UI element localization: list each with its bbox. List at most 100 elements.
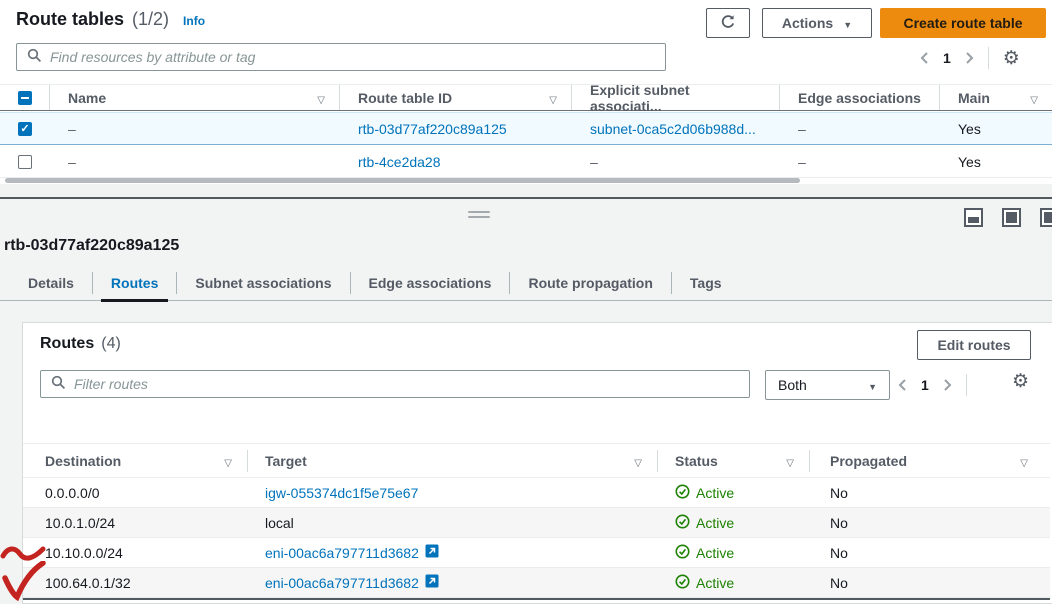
tab-edge-associations[interactable]: Edge associations xyxy=(351,265,510,301)
column-header-target[interactable]: Target xyxy=(248,450,658,472)
status-active-icon xyxy=(675,484,690,502)
sort-icon[interactable] xyxy=(1030,90,1038,106)
tab-tags[interactable]: Tags xyxy=(672,265,740,301)
page-title: Route tables xyxy=(16,9,124,30)
tab-details[interactable]: Details xyxy=(10,265,92,301)
sort-icon[interactable] xyxy=(317,90,325,106)
table-row[interactable]: – rtb-03d77af220c89a125 subnet-0ca5c2d06… xyxy=(0,112,1052,145)
status-active-icon xyxy=(675,514,690,532)
route-row[interactable]: 0.0.0.0/0 igw-055374dc1f5e75e67 Active N… xyxy=(23,478,1050,508)
filter-routes-input[interactable] xyxy=(74,376,739,392)
filter-mode-select[interactable]: Both xyxy=(765,370,890,400)
route-table-id-link[interactable]: rtb-4ce2da28 xyxy=(358,154,441,170)
tab-subnet-associations[interactable]: Subnet associations xyxy=(177,265,349,301)
routes-header-row: Destination Target Status Propagated xyxy=(23,443,1050,478)
select-all-checkbox[interactable] xyxy=(18,91,32,105)
current-page[interactable]: 1 xyxy=(921,377,929,393)
current-page[interactable]: 1 xyxy=(943,50,951,66)
route-row[interactable]: 10.10.0.0/24 eni-00ac6a797711d3682 Activ… xyxy=(23,538,1050,568)
tab-route-propagation[interactable]: Route propagation xyxy=(510,265,670,301)
cell-destination: 10.10.0.0/24 xyxy=(23,545,248,561)
find-resources-search[interactable] xyxy=(16,43,666,71)
edit-routes-button[interactable]: Edit routes xyxy=(917,330,1031,360)
route-table-id-link[interactable]: rtb-03d77af220c89a125 xyxy=(358,121,507,137)
column-header-destination[interactable]: Destination xyxy=(23,450,248,472)
status-active-icon xyxy=(675,544,690,562)
search-icon xyxy=(27,48,42,66)
column-header-status[interactable]: Status xyxy=(658,450,810,472)
panel-layout-side-icon[interactable] xyxy=(1040,208,1052,227)
cell-propagated: No xyxy=(810,515,1050,531)
route-tables-header-row: Name Route table ID Explicit subnet asso… xyxy=(0,84,1052,111)
target-link[interactable]: igw-055374dc1f5e75e67 xyxy=(265,485,418,501)
select-all-checkbox-cell[interactable] xyxy=(0,85,50,110)
target-link[interactable]: eni-00ac6a797711d3682 xyxy=(265,575,419,591)
create-route-table-button[interactable]: Create route table xyxy=(880,8,1046,38)
chevron-right-icon[interactable] xyxy=(965,51,974,65)
cell-edge: – xyxy=(780,154,940,170)
cell-name: – xyxy=(50,154,340,170)
chevron-down-icon xyxy=(868,377,877,393)
sort-icon[interactable] xyxy=(224,453,232,469)
detail-tabs: Details Routes Subnet associations Edge … xyxy=(0,265,1052,301)
routes-table-bottom-border xyxy=(23,598,1050,600)
cell-status: Active xyxy=(658,514,810,532)
divider xyxy=(988,47,989,69)
cell-name: – xyxy=(50,121,340,137)
cell-propagated: No xyxy=(810,575,1050,591)
route-row[interactable]: 100.64.0.1/32 eni-00ac6a797711d3682 Acti… xyxy=(23,568,1050,598)
sort-icon[interactable] xyxy=(549,90,557,106)
actions-label: Actions xyxy=(782,15,833,31)
horizontal-scrollbar[interactable] xyxy=(5,178,800,183)
sort-icon[interactable] xyxy=(1020,453,1028,469)
column-header-explicit-subnet[interactable]: Explicit subnet associati... xyxy=(572,85,780,110)
refresh-button[interactable] xyxy=(706,8,750,38)
column-header-main[interactable]: Main xyxy=(940,85,1052,110)
subnet-association-link[interactable]: subnet-0ca5c2d06b988d... xyxy=(590,121,756,137)
table-row[interactable]: – rtb-4ce2da28 – – Yes xyxy=(0,146,1052,178)
routes-pagination: 1 xyxy=(898,373,967,397)
status-active-icon xyxy=(675,574,690,592)
routes-section-title: Routes (4) xyxy=(40,335,121,353)
column-header-name[interactable]: Name xyxy=(50,85,340,110)
row-checkbox-checked[interactable] xyxy=(18,122,32,136)
search-icon xyxy=(51,375,66,393)
column-header-edge-associations[interactable]: Edge associations xyxy=(780,85,940,110)
sort-icon[interactable] xyxy=(634,453,642,469)
sort-icon[interactable] xyxy=(786,453,794,469)
route-row[interactable]: 10.0.1.0/24 local Active No xyxy=(23,508,1050,538)
settings-gear-icon[interactable] xyxy=(1012,372,1029,391)
cell-subnet: – xyxy=(572,154,780,170)
create-label: Create route table xyxy=(903,15,1022,31)
selected-count: (1/2) xyxy=(132,9,169,30)
settings-gear-icon[interactable] xyxy=(1003,49,1020,68)
divider xyxy=(966,374,967,396)
panel-layout-full-icon[interactable] xyxy=(1002,208,1021,227)
external-link-icon[interactable] xyxy=(425,574,439,591)
external-link-icon[interactable] xyxy=(425,544,439,561)
actions-button[interactable]: Actions xyxy=(762,8,872,38)
row-checkbox-unchecked[interactable] xyxy=(18,155,32,169)
cell-edge: – xyxy=(780,121,940,137)
cell-propagated: No xyxy=(810,485,1050,501)
chevron-right-icon[interactable] xyxy=(943,378,952,392)
info-link[interactable]: Info xyxy=(183,14,205,28)
panel-layout-bottom-icon[interactable] xyxy=(964,208,983,227)
search-input[interactable] xyxy=(50,49,655,65)
cell-destination: 100.64.0.1/32 xyxy=(23,575,248,591)
column-header-propagated[interactable]: Propagated xyxy=(810,453,1050,469)
tab-routes[interactable]: Routes xyxy=(93,265,176,301)
chevron-left-icon[interactable] xyxy=(898,378,907,392)
cell-propagated: No xyxy=(810,545,1050,561)
target-link[interactable]: eni-00ac6a797711d3682 xyxy=(265,545,419,561)
chevron-left-icon[interactable] xyxy=(920,51,929,65)
top-pagination: 1 xyxy=(920,46,1020,70)
panel-resize-handle[interactable] xyxy=(468,211,490,218)
page-header: Route tables (1/2) Info xyxy=(16,9,205,30)
cell-status: Active xyxy=(658,484,810,502)
cell-main: Yes xyxy=(940,121,1052,137)
column-header-route-table-id[interactable]: Route table ID xyxy=(340,85,572,110)
filter-routes-search[interactable] xyxy=(40,370,750,398)
chevron-down-icon xyxy=(843,15,852,31)
cell-destination: 10.0.1.0/24 xyxy=(23,515,248,531)
